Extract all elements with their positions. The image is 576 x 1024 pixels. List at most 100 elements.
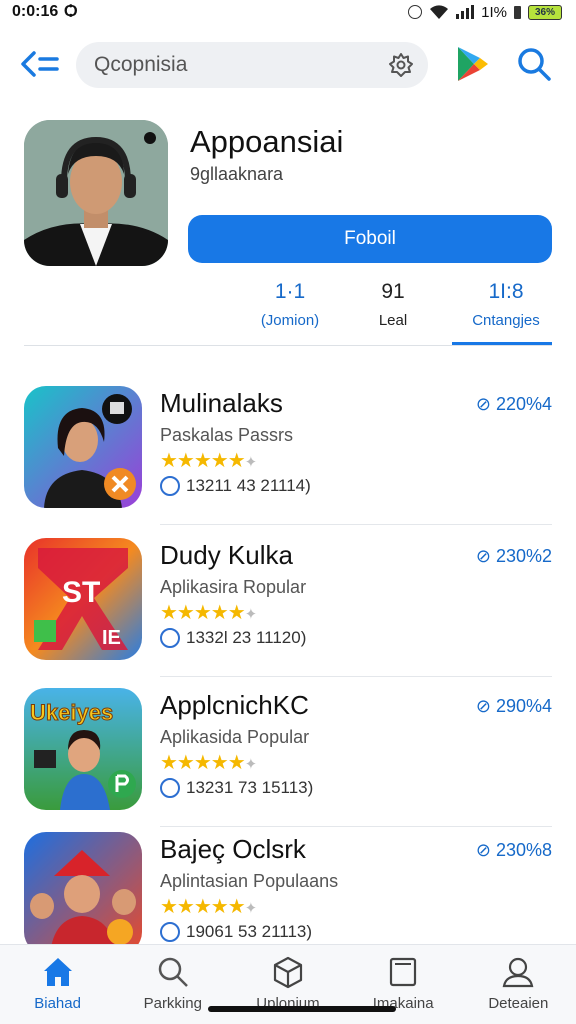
- stat-tab-3[interactable]: 1I:8 Cntangjes: [446, 280, 566, 329]
- list-item[interactable]: Mulinalaks Paskalas Passrs ★★★★★✦ 13211 …: [0, 386, 576, 532]
- app-name: ApplcnichKC: [160, 690, 309, 720]
- nav-search[interactable]: Parkking: [115, 945, 230, 1024]
- home-indicator[interactable]: [208, 1006, 396, 1012]
- bottom-nav: Biahad Parkking Uplonium Imakaina Deteai…: [0, 944, 576, 1024]
- row-divider: [160, 826, 552, 827]
- status-right: 1I% 36%: [408, 4, 562, 21]
- status-bar: 0:0:16 Ѻ 1I% 36%: [0, 0, 576, 24]
- settings-icon[interactable]: [388, 52, 414, 78]
- battery-icon: 36%: [528, 4, 562, 20]
- status-time: 0:0:16: [12, 3, 59, 20]
- nav-profile[interactable]: Deteaien: [461, 945, 576, 1024]
- star-half-icon: ✦: [244, 756, 258, 773]
- back-arrow-icon: [21, 51, 59, 77]
- app-meta: 1332l 23 11120): [160, 628, 306, 648]
- play-store-button[interactable]: [452, 44, 492, 84]
- star-half-icon: ✦: [244, 900, 258, 917]
- app-percent: ⊘ 290%4: [475, 696, 552, 716]
- play-store-icon: [458, 47, 488, 81]
- app-icon-label: Ukeiyes: [30, 700, 113, 725]
- app-meta: 19061 53 21113): [160, 922, 312, 942]
- stat-tab-1[interactable]: 1·1 (Jomion): [230, 280, 350, 329]
- wifi-icon: [430, 5, 449, 19]
- app-category: Aplikasida Popular: [160, 727, 310, 747]
- stat-value: 91: [381, 280, 405, 303]
- nav-tablet[interactable]: Imakaina: [346, 945, 461, 1024]
- app-icon-corner-label: IE: [102, 627, 121, 649]
- app-stats: 19061 53 21113): [186, 922, 313, 941]
- info-icon: [160, 476, 180, 496]
- app-category: Aplikasira Ropular: [160, 577, 307, 597]
- battery-small-icon: [514, 5, 521, 19]
- search-icon: [158, 957, 188, 987]
- profile-avatar: [24, 120, 168, 266]
- notification-icon: Ѻ: [64, 3, 78, 20]
- star-half-icon: ✦: [244, 606, 258, 623]
- app-icon-image: [24, 386, 142, 508]
- search-bar[interactable]: [76, 42, 428, 88]
- star-half-icon: ✦: [244, 454, 258, 471]
- search-input[interactable]: [94, 53, 364, 77]
- list-item[interactable]: ST IE Dudy Kulka Aplikasira Ropular ★★★★…: [0, 538, 576, 684]
- app-name: Dudy Kulka: [160, 540, 293, 570]
- stat-value: 1·1: [274, 280, 306, 303]
- app-icon-image: ST IE: [24, 538, 142, 660]
- list-item[interactable]: Ukeiyes ApplcnichKC Aplikasida Popular ★…: [0, 688, 576, 834]
- nav-box[interactable]: Uplonium: [230, 945, 345, 1024]
- profile-icon: [503, 957, 534, 988]
- back-button[interactable]: [18, 44, 62, 84]
- stat-tab-2[interactable]: 91 Leal: [333, 280, 453, 329]
- status-left: 0:0:16 Ѻ: [12, 3, 77, 21]
- search-button[interactable]: [514, 44, 554, 84]
- app-icon: ST IE: [24, 538, 142, 660]
- rating-stars: ★★★★★✦: [160, 602, 258, 624]
- top-bar: [0, 36, 576, 92]
- profile-title: Appoansiai: [190, 124, 344, 159]
- profile-subtitle: 9gllaaknara: [190, 164, 284, 184]
- nav-home[interactable]: Biahad: [0, 945, 115, 1024]
- app-stats: 13231 73 15113): [186, 778, 314, 797]
- app-meta: 13211 43 21114): [160, 476, 311, 496]
- tablet-icon: [390, 957, 417, 987]
- info-icon: [160, 922, 180, 942]
- row-divider: [160, 524, 552, 525]
- row-divider: [160, 676, 552, 677]
- app-meta: 13231 73 15113): [160, 778, 313, 798]
- stat-label: Cntangjes: [472, 312, 540, 329]
- app-percent: ⊘ 230%8: [475, 840, 552, 860]
- app-name: Mulinalaks: [160, 388, 283, 418]
- app-icon-image: [24, 832, 142, 954]
- rating-stars: ★★★★★✦: [160, 896, 258, 918]
- info-icon: [160, 628, 180, 648]
- app-stats: 1332l 23 11120): [186, 628, 307, 647]
- app-category: Paskalas Passrs: [160, 425, 294, 445]
- active-tab-indicator: [452, 342, 552, 345]
- rating-stars: ★★★★★✦: [160, 752, 258, 774]
- app-stats: 13211 43 21114): [186, 476, 311, 495]
- app-category: Aplintasian Populaans: [160, 871, 339, 891]
- app-icon: [24, 832, 142, 954]
- nav-label: Biahad: [34, 995, 81, 1012]
- app-icon: Ukeiyes: [24, 688, 142, 810]
- app-name: Bajeç Oclsrk: [160, 834, 306, 864]
- stat-value: 1I:8: [488, 280, 524, 303]
- follow-button[interactable]: Foboil: [188, 215, 552, 263]
- rating-stars: ★★★★★✦: [160, 450, 258, 472]
- profile-avatar-image: [24, 120, 168, 266]
- alarm-icon: [408, 5, 423, 19]
- home-icon: [43, 958, 72, 986]
- stat-label: (Jomion): [260, 312, 320, 329]
- app-icon-label: ST: [62, 576, 100, 609]
- search-icon: [518, 48, 551, 81]
- app-percent: ⊘ 230%2: [475, 546, 552, 566]
- nav-label: Parkking: [143, 995, 202, 1012]
- info-icon: [160, 778, 180, 798]
- network-text: 1I%: [481, 3, 507, 21]
- divider: [24, 345, 552, 346]
- nav-label: Deteaien: [488, 995, 549, 1012]
- signal-icon: [456, 5, 475, 19]
- app-icon: [24, 386, 142, 508]
- battery-level: 36%: [534, 6, 555, 18]
- app-percent: ⊘ 220%4: [475, 394, 552, 414]
- app-icon-image: Ukeiyes: [24, 688, 142, 810]
